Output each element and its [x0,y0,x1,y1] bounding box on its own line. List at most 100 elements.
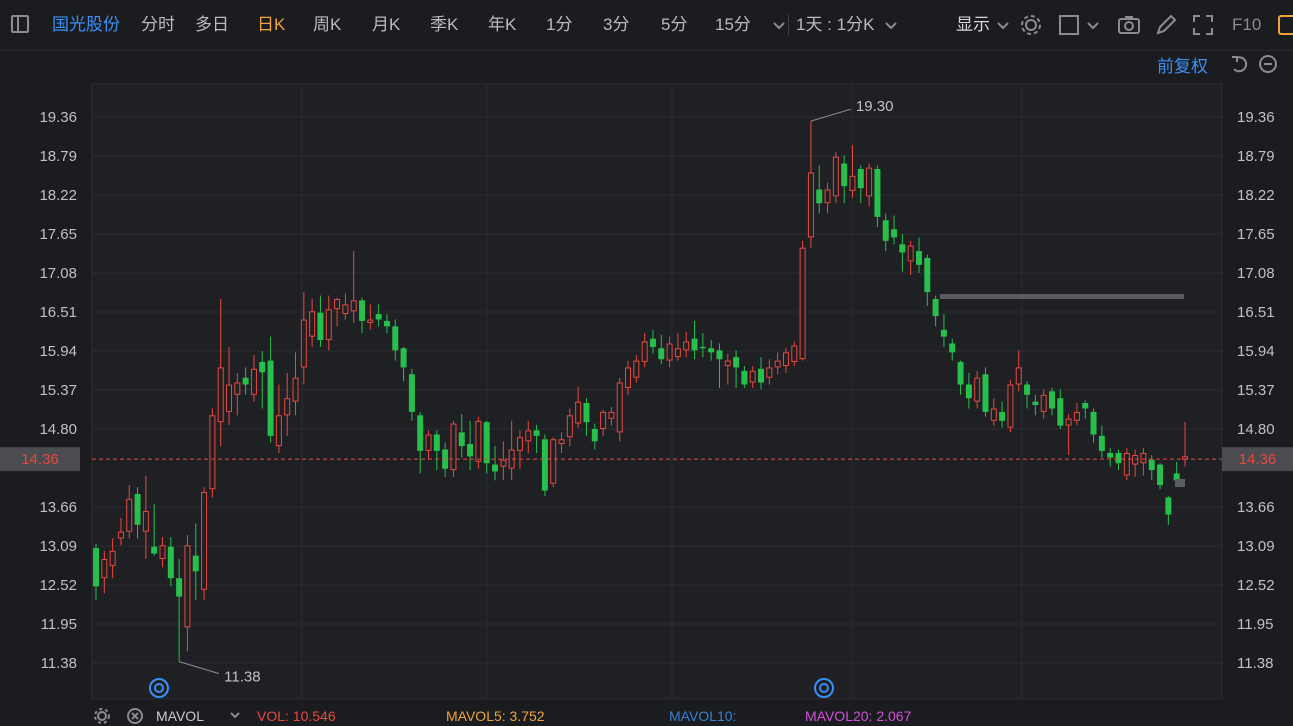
candle-body [1065,418,1072,426]
candle-body [699,346,706,349]
candle-body [974,377,981,402]
candle-body [691,338,698,351]
y-tick-label: 11.38 [41,655,77,672]
candle-body [275,415,282,447]
candle-body [134,494,141,525]
candle-body [226,384,233,412]
y-tick-label: 18.22 [39,187,77,204]
candle-body [359,300,366,321]
candle-body [1048,391,1055,409]
y-tick-label: 18.79 [39,148,77,165]
candle-body [550,439,557,484]
current-price-tag: 14.36 [1222,447,1293,472]
candle-body [1115,452,1122,464]
candle-body [408,374,415,412]
candle-body [192,555,199,572]
candle-body [533,430,540,436]
candle-body [350,300,357,312]
candle-body [475,420,482,462]
candle [550,437,557,488]
drawn-horizontal-line [940,294,1184,299]
y-tick-label: 13.66 [1237,499,1275,516]
candle-body [866,167,873,197]
candle-body [117,531,124,539]
price-tag-label: 14.36 [21,451,59,468]
candle-body [1165,497,1172,515]
candle-body [458,432,465,447]
candle-body [176,578,183,597]
y-tick-label: 17.08 [39,265,77,282]
y-tick-label: 19.36 [1237,109,1275,126]
candle-body [708,348,715,353]
candle-body [433,434,440,451]
candle-body [857,169,864,189]
candle-body [383,320,390,327]
candle-body [799,247,806,360]
candle-body [1073,411,1080,421]
candle-body [367,319,374,323]
legend-mavol10: MAVOL10: [669,708,737,724]
candle-body [832,156,839,197]
candle-body [500,459,507,467]
candle-body [142,511,149,532]
candle-body [425,434,432,451]
candle-body [1032,401,1039,406]
candle-body [1098,435,1105,451]
candlestick-chart[interactable]: 19.36 18.79 18.22 17.65 17.08 16.51 15.94 15.37… [0,0,1293,719]
y-tick-label: 14.80 [1237,421,1275,438]
candle-body [1040,394,1047,412]
candle-body [749,370,756,383]
candle-body [882,220,889,241]
candle-body [209,415,216,490]
candle-body [741,370,748,385]
candle-body [1015,367,1022,385]
settings-gear-icon[interactable] [92,706,112,726]
legend-mavol5: MAVOL5: 3.752 [446,708,545,724]
candle-body [965,384,972,399]
candle-body [541,439,548,491]
candle-body [849,175,856,191]
y-tick-label: 11.38 [1237,655,1273,672]
candle [475,416,482,469]
chevron-down-icon[interactable] [226,706,244,724]
candle-body [309,311,316,337]
candle-body [932,299,939,317]
candle-body [525,430,532,442]
last-candle-marker [1175,479,1185,487]
candle-body [167,546,174,579]
candle-body [516,437,523,451]
y-tick-label: 11.95 [41,616,77,633]
candle-body [816,189,823,204]
y-tick-label: 15.37 [1237,382,1275,399]
candle-body [558,439,565,445]
y-axis-right: 19.36 18.79 18.22 17.65 17.08 16.51 15.94 15.37… [1237,109,1275,672]
y-tick-label: 16.51 [1237,304,1275,321]
candle-body [824,189,831,204]
candle-body [334,299,341,310]
candle-body [758,368,765,383]
y-tick-label: 17.65 [39,226,77,243]
legend-vol: VOL: 10.546 [257,708,336,724]
y-tick-label: 12.52 [1237,577,1275,594]
candle-body [891,229,898,238]
current-price-tag: 14.36 [0,447,80,472]
candle-body [292,377,299,402]
candle-body [1107,452,1114,458]
candle-body [683,341,690,351]
candle-body [250,368,257,395]
close-icon[interactable] [125,706,145,726]
candle-body [1024,384,1031,395]
y-tick-label: 15.94 [1237,343,1275,360]
candle-body [907,245,914,262]
y-tick-label: 13.09 [1237,538,1275,555]
candle-body [400,348,407,368]
candle-body [492,464,499,472]
candle-body [267,360,274,436]
candle-body [641,341,648,362]
candle-body [317,312,324,341]
candle-body [766,367,773,378]
mavol-selector[interactable]: MAVOL [156,708,204,724]
y-tick-label: 12.52 [39,577,77,594]
candle [799,240,806,361]
candle-body [325,309,332,341]
